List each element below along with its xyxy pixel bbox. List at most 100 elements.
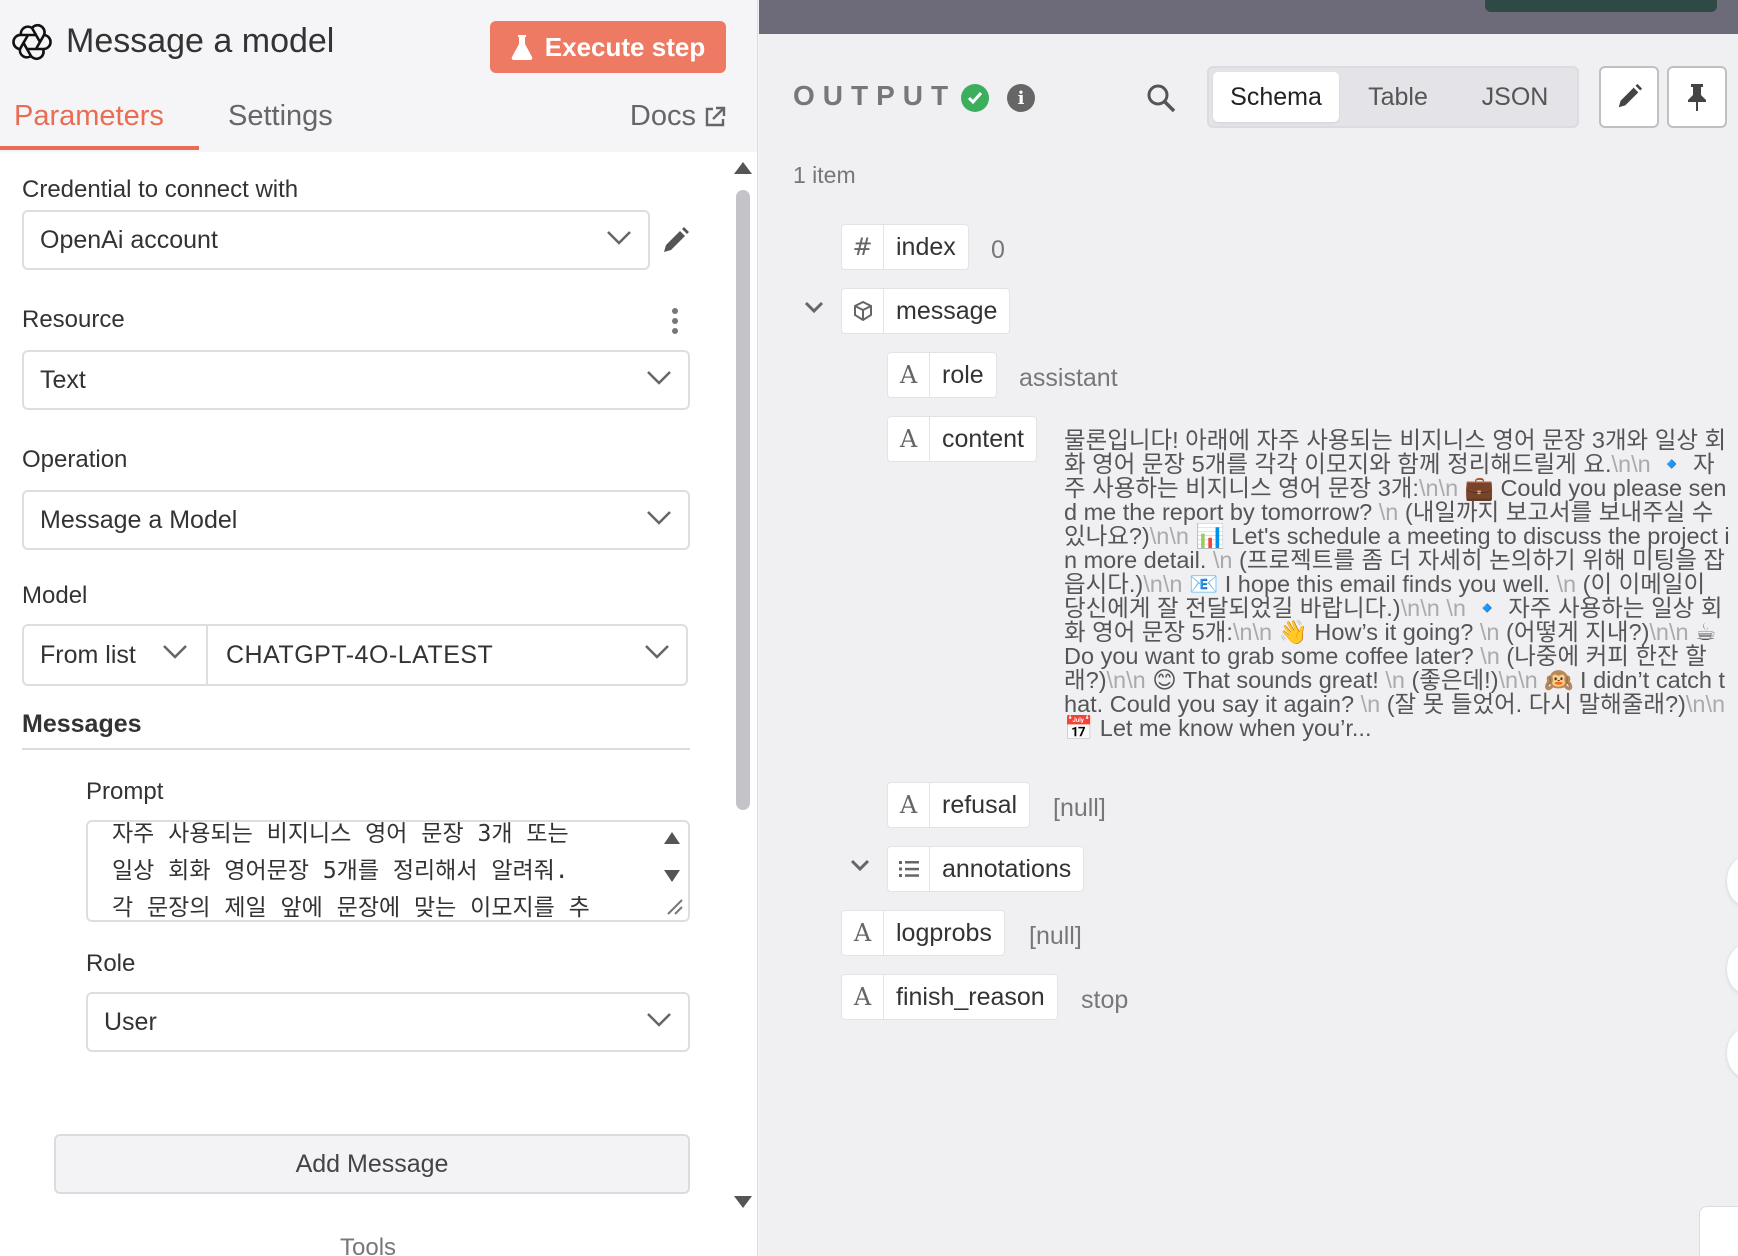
field-name: annotations: [942, 854, 1072, 883]
tab-settings[interactable]: Settings: [228, 100, 333, 133]
assistant-launcher[interactable]: [1699, 1206, 1738, 1256]
info-icon[interactable]: i: [1007, 84, 1035, 112]
resource-select[interactable]: Text: [22, 350, 690, 410]
credential-value: OpenAi account: [40, 225, 218, 254]
chevron-down-icon: [607, 231, 631, 245]
role-value: User: [104, 1007, 157, 1036]
field-name: logprobs: [896, 918, 992, 947]
scroll-down-icon[interactable]: [734, 1196, 752, 1208]
content-text: 😊 That sounds great!: [1145, 667, 1386, 693]
model-value-select[interactable]: CHATGPT-4O-LATEST: [208, 626, 686, 684]
canvas-control-bubble[interactable]: [1727, 856, 1738, 906]
string-type-icon: A: [888, 353, 930, 397]
field-value: assistant: [1019, 364, 1118, 392]
edit-credential-icon[interactable]: [660, 226, 690, 256]
credential-label: Credential to connect with: [22, 176, 299, 203]
execute-step-button[interactable]: Execute step: [490, 21, 726, 73]
top-bar-button[interactable]: [1485, 0, 1717, 12]
resize-handle-icon[interactable]: [662, 894, 684, 916]
escape-sequence: \n\n: [1106, 667, 1146, 693]
model-mode-select[interactable]: From list: [24, 626, 208, 684]
escape-sequence: \n: [1360, 691, 1381, 717]
prompt-textarea[interactable]: 자주 사용되는 비지니스 영어 문장 3개 또는 일상 회화 영어문장 5개를 …: [86, 820, 690, 922]
field-role[interactable]: A role: [887, 352, 997, 398]
node-header: Message a model Execute step Parameters …: [0, 0, 757, 152]
field-index[interactable]: # index: [841, 224, 969, 270]
search-icon[interactable]: [1145, 82, 1177, 114]
string-type-icon: A: [842, 975, 884, 1019]
tools-label: Tools: [340, 1234, 397, 1256]
chevron-down-icon: [645, 645, 669, 659]
item-count: 1 item: [793, 162, 856, 188]
field-refusal[interactable]: A refusal: [887, 782, 1031, 828]
list-type-icon: [888, 847, 930, 891]
role-label: Role: [86, 950, 136, 977]
field-name: message: [896, 296, 998, 325]
field-name: content: [942, 424, 1025, 453]
content-text: 👋 How’s it going?: [1272, 619, 1480, 645]
field-value: [null]: [1053, 794, 1106, 822]
escape-sequence: \n\n: [1143, 571, 1183, 597]
operation-value: Message a Model: [40, 505, 238, 534]
flask-icon: [511, 35, 533, 60]
field-logprobs[interactable]: A logprobs: [841, 910, 1005, 956]
resource-value: Text: [40, 365, 86, 394]
string-type-icon: A: [842, 911, 884, 955]
docs-link[interactable]: Docs: [630, 100, 726, 133]
view-tab-schema[interactable]: Schema: [1213, 72, 1339, 122]
field-value: 0: [991, 236, 1005, 264]
number-type-icon: #: [842, 225, 884, 269]
scrollbar-thumb[interactable]: [736, 190, 750, 810]
view-tab-table[interactable]: Table: [1343, 72, 1453, 122]
escape-sequence: \n: [1479, 619, 1500, 645]
credential-select[interactable]: OpenAi account: [22, 210, 650, 270]
field-value: [null]: [1029, 922, 1082, 950]
string-type-icon: A: [888, 783, 930, 827]
success-check-icon: [961, 84, 989, 112]
kebab-menu-icon[interactable]: [672, 308, 678, 334]
escape-sequence: \n: [1556, 571, 1577, 597]
textarea-scroll-down-icon[interactable]: [664, 870, 680, 882]
escape-sequence: \n: [1446, 595, 1466, 621]
messages-section-title: Messages: [22, 710, 142, 738]
pin-output-button[interactable]: [1667, 66, 1727, 128]
node-parameters-panel: Message a model Execute step Parameters …: [0, 0, 758, 1256]
model-label: Model: [22, 582, 88, 609]
string-type-icon: A: [888, 417, 930, 461]
escape-sequence: \n\n: [1611, 451, 1651, 477]
output-title: OUTPUT: [793, 80, 957, 111]
edit-output-button[interactable]: [1599, 66, 1659, 128]
escape-sequence: \n\n: [1232, 619, 1273, 645]
escape-sequence: \n\n: [1649, 619, 1689, 645]
field-name: index: [896, 232, 956, 261]
field-message[interactable]: message: [841, 288, 1011, 334]
textarea-scroll-up-icon[interactable]: [664, 832, 680, 844]
scroll-up-icon[interactable]: [734, 162, 752, 174]
model-selector: From list CHATGPT-4O-LATEST: [22, 624, 688, 686]
content-text: 📧 I hope this email finds you well.: [1182, 571, 1557, 597]
field-annotations[interactable]: annotations: [887, 846, 1085, 892]
collapse-chevron-icon[interactable]: [803, 300, 825, 314]
canvas-control-bubble[interactable]: [1727, 944, 1738, 994]
field-name: role: [942, 360, 984, 389]
escape-sequence: \n: [1480, 643, 1500, 669]
tab-parameters[interactable]: Parameters: [14, 100, 164, 133]
escape-sequence: \n: [1378, 499, 1399, 525]
field-name: refusal: [942, 790, 1018, 819]
prompt-text: 자주 사용되는 비지니스 영어 문장 3개 또는 일상 회화 영어문장 5개를 …: [112, 821, 590, 921]
collapse-chevron-icon[interactable]: [849, 858, 871, 872]
content-text: (좋은데!): [1404, 667, 1499, 693]
execute-step-label: Execute step: [544, 31, 706, 62]
docs-label: Docs: [629, 100, 696, 132]
field-content[interactable]: A content: [887, 416, 1038, 462]
view-tab-json[interactable]: JSON: [1457, 72, 1573, 122]
object-type-icon: [842, 289, 884, 333]
add-message-button[interactable]: Add Message: [54, 1134, 690, 1194]
field-finish-reason[interactable]: A finish_reason: [841, 974, 1058, 1020]
role-select[interactable]: User: [86, 992, 690, 1052]
operation-select[interactable]: Message a Model: [22, 490, 690, 550]
escape-sequence: \n\n: [1498, 667, 1538, 693]
canvas-control-bubble[interactable]: [1727, 1028, 1738, 1078]
operation-label: Operation: [22, 446, 128, 473]
external-link-icon: [705, 106, 726, 126]
